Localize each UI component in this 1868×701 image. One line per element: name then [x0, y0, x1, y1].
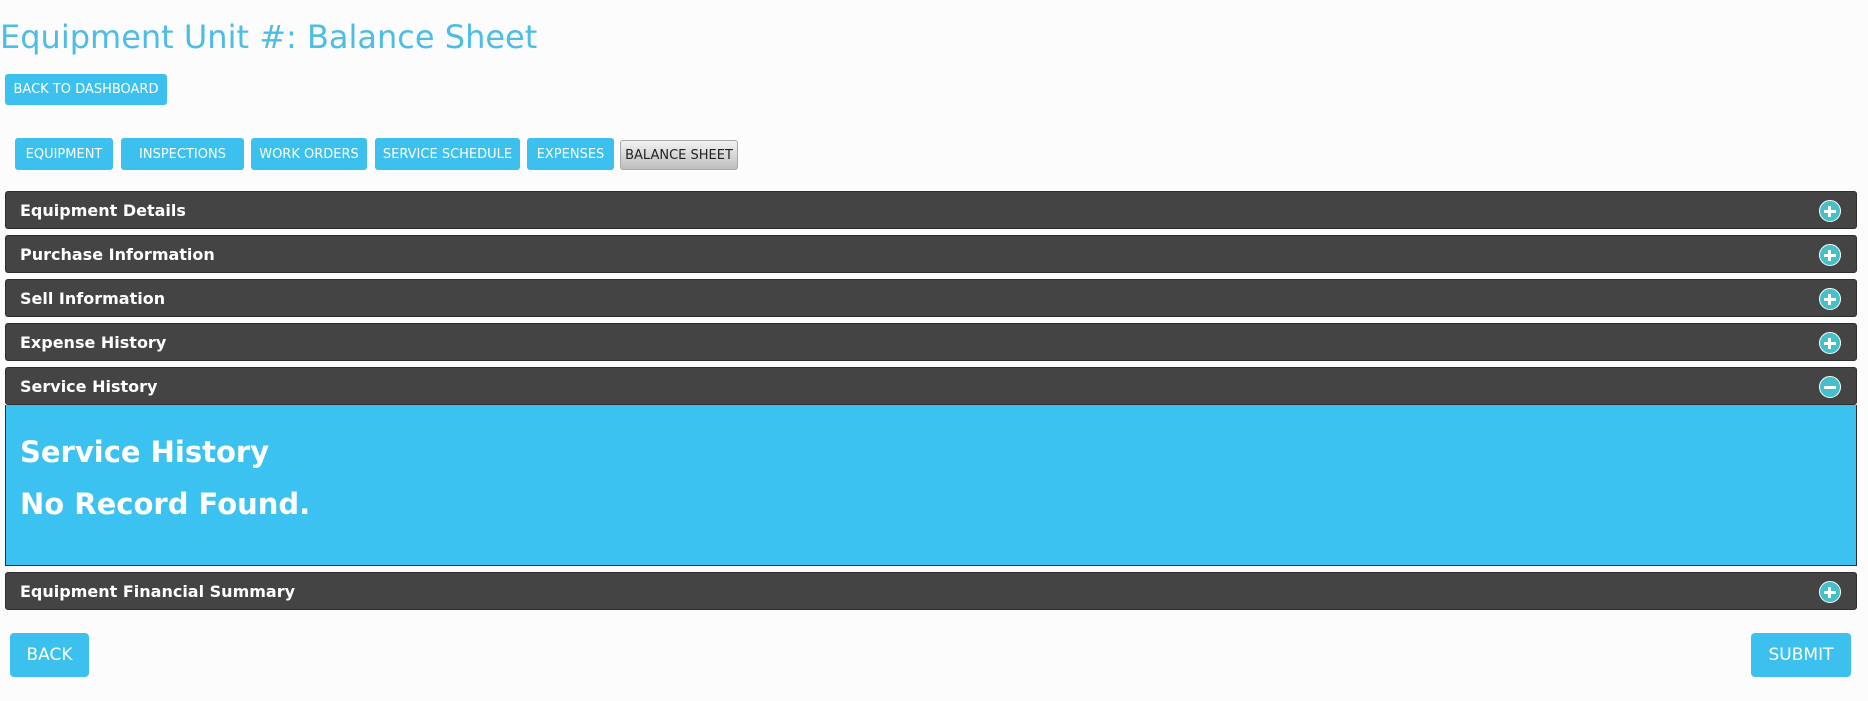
section-label: Sell Information — [20, 289, 166, 308]
tab-expenses[interactable]: EXPENSES — [527, 138, 614, 170]
section-equipment-details[interactable]: Equipment Details — [5, 191, 1857, 229]
panel-heading: Service History — [20, 435, 270, 469]
section-sell-information[interactable]: Sell Information — [5, 279, 1857, 317]
tab-service-schedule[interactable]: SERVICE SCHEDULE — [375, 138, 520, 170]
plus-icon[interactable] — [1819, 288, 1841, 310]
plus-icon[interactable] — [1819, 332, 1841, 354]
page-title: Equipment Unit #: Balance Sheet — [0, 18, 538, 56]
tab-work-orders[interactable]: WORK ORDERS — [251, 138, 367, 170]
section-label: Equipment Financial Summary — [20, 582, 296, 601]
submit-button[interactable]: SUBMIT — [1751, 633, 1851, 677]
section-service-history[interactable]: Service History — [5, 367, 1857, 405]
section-label: Purchase Information — [20, 245, 215, 264]
section-purchase-information[interactable]: Purchase Information — [5, 235, 1857, 273]
back-to-dashboard-button[interactable]: BACK TO DASHBOARD — [5, 74, 167, 105]
plus-icon[interactable] — [1819, 200, 1841, 222]
section-expense-history[interactable]: Expense History — [5, 323, 1857, 361]
tab-balance-sheet[interactable]: BALANCE SHEET — [620, 140, 738, 170]
back-button[interactable]: BACK — [10, 633, 89, 677]
minus-icon[interactable] — [1819, 376, 1841, 398]
section-equipment-financial-summary[interactable]: Equipment Financial Summary — [5, 572, 1857, 610]
plus-icon[interactable] — [1819, 581, 1841, 603]
empty-state-message: No Record Found. — [20, 487, 311, 521]
service-history-panel: Service History No Record Found. — [5, 405, 1857, 566]
section-label: Service History — [20, 377, 158, 396]
section-label: Equipment Details — [20, 201, 186, 220]
plus-icon[interactable] — [1819, 244, 1841, 266]
tab-inspections[interactable]: INSPECTIONS — [121, 138, 244, 170]
section-label: Expense History — [20, 333, 167, 352]
page: Equipment Unit #: Balance Sheet BACK TO … — [0, 0, 1868, 701]
tab-equipment[interactable]: EQUIPMENT — [15, 138, 113, 170]
